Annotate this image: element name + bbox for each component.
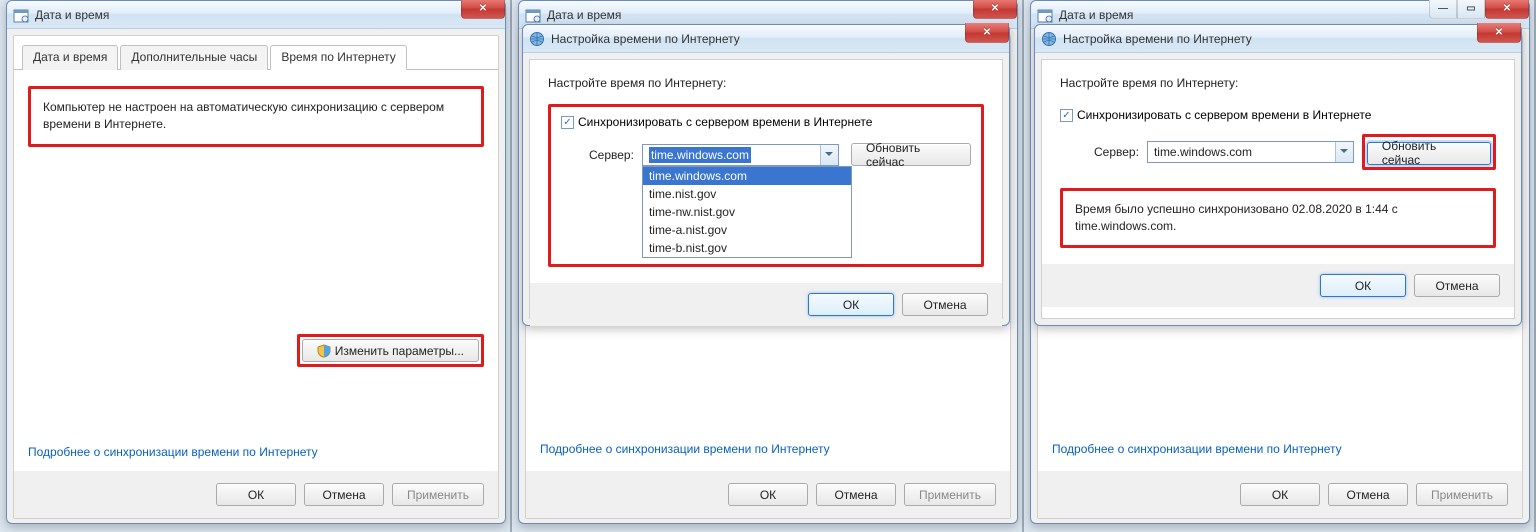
sync-checkbox-label: Синхронизировать с сервером времени в Ин… (1077, 108, 1371, 122)
dialog-title: Настройка времени по Интернету (1063, 32, 1252, 46)
sync-checkbox[interactable]: ✓ (1060, 109, 1073, 122)
sync-checkbox[interactable]: ✓ (561, 116, 574, 129)
shield-icon (317, 344, 331, 358)
close-button[interactable]: ✕ (461, 0, 505, 19)
cancel-button[interactable]: Отмена (1328, 483, 1408, 506)
chevron-down-icon[interactable] (1335, 142, 1353, 162)
dialog-heading: Настройте время по Интернету: (548, 76, 984, 90)
calendar-icon (525, 7, 541, 23)
sync-checkbox-label: Синхронизировать с сервером времени в Ин… (578, 115, 872, 129)
chevron-down-icon[interactable] (820, 145, 838, 165)
close-button[interactable]: ✕ (973, 0, 1017, 19)
server-option[interactable]: time-nw.nist.gov (643, 203, 851, 221)
server-label: Сервер: (589, 148, 634, 162)
cancel-button[interactable]: Отмена (304, 483, 384, 506)
tab-additional-clocks[interactable]: Дополнительные часы (120, 45, 268, 70)
globe-icon (529, 31, 545, 47)
ok-button[interactable]: ОК (728, 483, 808, 506)
apply-button[interactable]: Применить (904, 483, 996, 506)
calendar-icon (13, 7, 29, 23)
maximize-button[interactable]: ▭ (1457, 0, 1485, 19)
titlebar: Дата и время ✕ (7, 1, 505, 29)
server-label: Сервер: (1094, 145, 1139, 159)
update-now-button[interactable]: Обновить сейчас (851, 143, 971, 166)
globe-icon (1041, 31, 1057, 47)
dialog-ok-button[interactable]: ОК (808, 293, 894, 316)
dialog-titlebar: Настройка времени по Интернету ✕ (1035, 25, 1521, 53)
cancel-button[interactable]: Отмена (816, 483, 896, 506)
more-info-link[interactable]: Подробнее о синхронизации времени по Инт… (28, 445, 318, 459)
window-title: Дата и время (1059, 8, 1133, 22)
minimize-button[interactable]: — (1429, 0, 1457, 19)
update-now-button[interactable]: Обновить сейчас (1367, 142, 1491, 165)
change-settings-label: Изменить параметры... (335, 344, 464, 358)
more-info-link[interactable]: Подробнее о синхронизации времени по Инт… (1052, 442, 1342, 456)
calendar-icon (1037, 7, 1053, 23)
tabstrip: Дата и время Дополнительные часы Время п… (14, 36, 498, 70)
ok-button[interactable]: ОК (1240, 483, 1320, 506)
sync-success-text: Время было успешно синхронизовано 02.08.… (1063, 191, 1493, 246)
tab-internet-time[interactable]: Время по Интернету (270, 45, 406, 70)
dialog-ok-button[interactable]: ОК (1320, 274, 1406, 297)
server-dropdown[interactable]: time.windows.com time.nist.gov time-nw.n… (642, 166, 852, 258)
dialog-heading: Настройте время по Интернету: (1060, 76, 1496, 90)
server-value: time.windows.com (1154, 145, 1252, 159)
close-button[interactable]: ✕ (1485, 0, 1529, 19)
dialog-cancel-button[interactable]: Отмена (1414, 274, 1500, 297)
server-value: time.windows.com (649, 147, 751, 163)
dialog-cancel-button[interactable]: Отмена (902, 293, 988, 316)
ok-button[interactable]: ОК (216, 483, 296, 506)
server-option[interactable]: time-a.nist.gov (643, 221, 851, 239)
sync-status-text: Компьютер не настроен на автоматическую … (31, 89, 481, 144)
dialog-title: Настройка времени по Интернету (551, 32, 740, 46)
dialog-close-button[interactable]: ✕ (1477, 23, 1521, 43)
server-option[interactable]: time.nist.gov (643, 185, 851, 203)
window-title: Дата и время (35, 8, 109, 22)
dialog-titlebar: Настройка времени по Интернету ✕ (523, 25, 1009, 53)
server-combobox[interactable]: time.windows.com time.windows.com time.n… (642, 144, 839, 166)
change-settings-button[interactable]: Изменить параметры... (302, 339, 479, 362)
dialog-close-button[interactable]: ✕ (965, 23, 1009, 43)
apply-button[interactable]: Применить (1416, 483, 1508, 506)
server-option[interactable]: time-b.nist.gov (643, 239, 851, 257)
server-combobox[interactable]: time.windows.com (1147, 141, 1354, 163)
server-option[interactable]: time.windows.com (643, 167, 851, 185)
window-title: Дата и время (547, 8, 621, 22)
tab-date-time[interactable]: Дата и время (22, 45, 118, 70)
apply-button[interactable]: Применить (392, 483, 484, 506)
more-info-link[interactable]: Подробнее о синхронизации времени по Инт… (540, 442, 830, 456)
